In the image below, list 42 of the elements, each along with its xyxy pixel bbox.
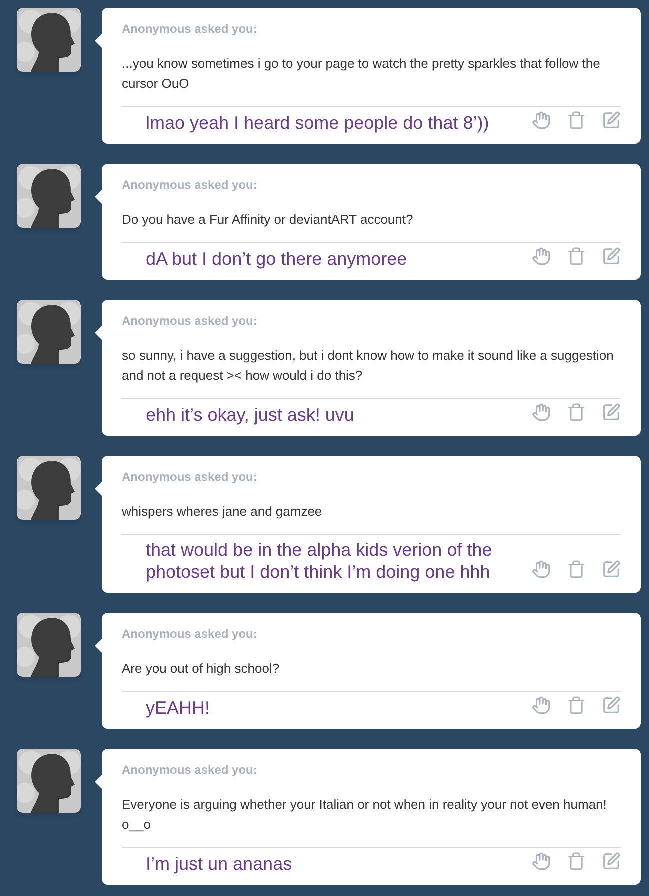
handwritten-reply: ehh it’s okay, just ask! uvu [145, 404, 356, 426]
avatar-icon [17, 613, 81, 677]
asker-label: Anonymous asked you: [122, 626, 258, 643]
avatar-icon [17, 749, 81, 813]
hand-icon[interactable] [532, 560, 551, 579]
trash-icon[interactable] [567, 560, 586, 579]
question-text: Everyone is arguing whether your Italian or not when in reality your not even human! o__o [122, 796, 608, 834]
handwritten-reply: lmao yeah I heard some people do that 8’)) [145, 112, 490, 134]
edit-icon[interactable] [602, 247, 621, 266]
edit-icon[interactable] [602, 111, 621, 130]
edit-icon[interactable] [602, 560, 621, 579]
asker-label: Anonymous asked you: [122, 313, 258, 330]
avatar-icon [17, 8, 81, 72]
trash-icon[interactable] [567, 696, 586, 715]
hand-icon[interactable] [532, 247, 551, 266]
hand-icon[interactable] [532, 852, 551, 871]
edit-icon[interactable] [602, 403, 621, 422]
asker-label: Anonymous asked you: [122, 21, 258, 38]
trash-icon[interactable] [567, 852, 586, 871]
question-text: ...you know sometimes i go to your page to watch the pretty sparkles that follow the cursor OuO [122, 55, 602, 93]
question-text: so sunny, i have a suggestion, but i dont know how to make it sound like a suggestion and not a request >< how would i do this? [122, 347, 615, 385]
hand-icon[interactable] [532, 111, 551, 130]
asker-label: Anonymous asked you: [122, 469, 258, 486]
trash-icon[interactable] [567, 111, 586, 130]
avatar-icon [17, 164, 81, 228]
question-text: Do you have a Fur Affinity or deviantART account? [122, 211, 414, 229]
handwritten-reply: I’m just un ananas [145, 853, 294, 875]
edit-icon[interactable] [602, 696, 621, 715]
question-text: whispers wheres jane and gamzee [122, 503, 324, 521]
handwritten-reply: yEAHH! [145, 697, 212, 719]
trash-icon[interactable] [567, 403, 586, 422]
handwritten-reply: dA but I don’t go there anymoree [145, 248, 408, 270]
hand-icon[interactable] [532, 403, 551, 422]
asker-label: Anonymous asked you: [122, 177, 258, 194]
trash-icon[interactable] [567, 247, 586, 266]
avatar-icon [17, 300, 81, 364]
question-text: Are you out of high school? [122, 660, 281, 678]
edit-icon[interactable] [602, 852, 621, 871]
hand-icon[interactable] [532, 696, 551, 715]
handwritten-reply: that would be in the alpha kids verion of the photoset but I don’t think I’m doing one hhh [145, 539, 494, 583]
avatar-icon [17, 456, 81, 520]
asker-label: Anonymous asked you: [122, 762, 258, 779]
